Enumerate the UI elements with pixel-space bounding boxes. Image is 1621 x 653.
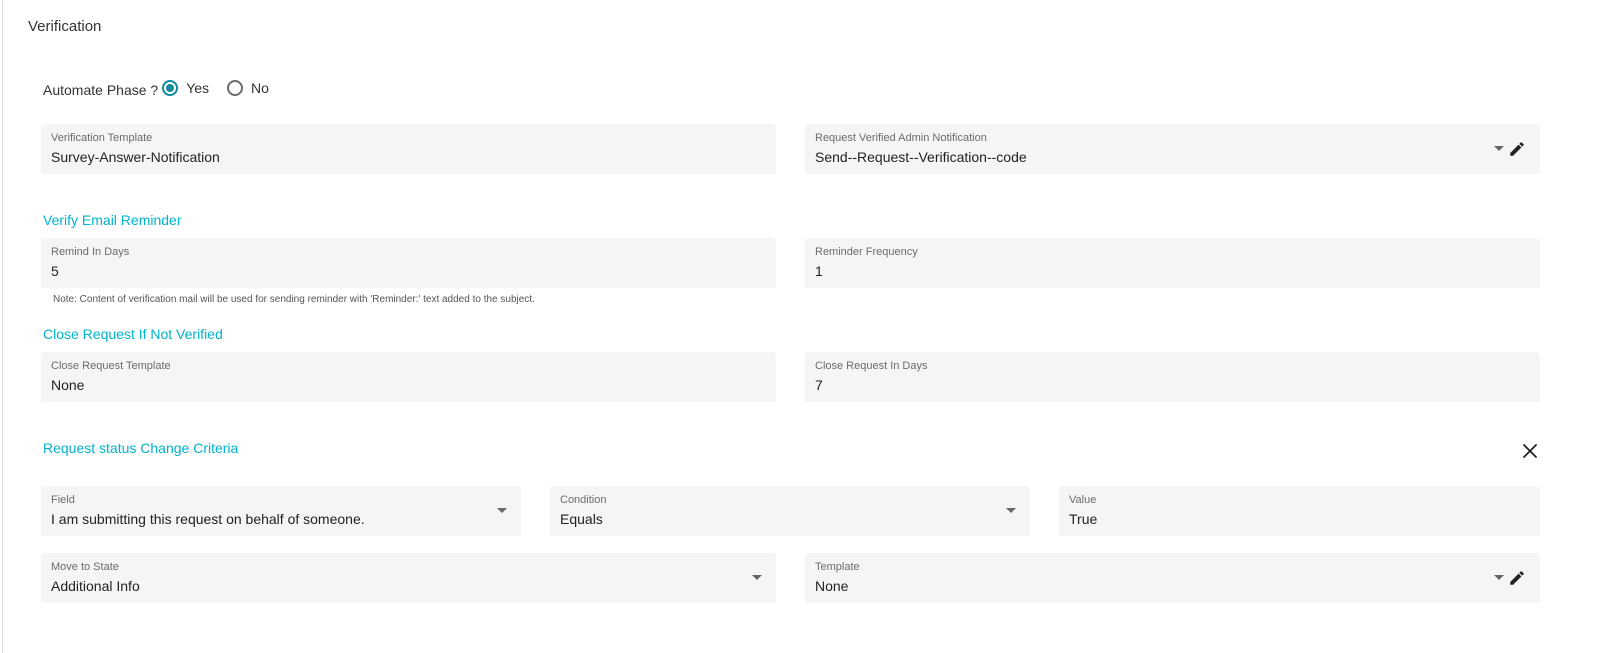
admin-notification-select[interactable]: Request Verified Admin Notification Send… (805, 124, 1540, 174)
close-request-template-field[interactable]: Close Request Template None (41, 352, 776, 402)
field-label: Close Request Template (51, 360, 171, 372)
automate-yes-radio[interactable]: Yes (162, 80, 209, 96)
criteria-field-select[interactable]: Field I am submitting this request on be… (41, 486, 521, 536)
field-value: Survey-Answer-Notification (51, 149, 220, 165)
move-to-state-select[interactable]: Move to State Additional Info (41, 553, 776, 603)
verification-panel: Verification Automate Phase ? Yes No Ver… (2, 0, 1621, 653)
automate-phase-group: Automate Phase ? Yes No (43, 78, 287, 98)
section-title: Verification (28, 18, 102, 35)
email-reminder-title: Verify Email Reminder (43, 212, 182, 228)
automate-no-label: No (251, 80, 269, 96)
close-request-title: Close Request If Not Verified (43, 326, 223, 342)
field-value: None (51, 377, 85, 393)
field-label: Request Verified Admin Notification (815, 132, 987, 144)
field-label: Condition (560, 494, 607, 506)
field-value: 5 (51, 263, 59, 279)
radio-unchecked-icon (227, 80, 244, 96)
remind-in-days-field[interactable]: Remind In Days 5 (41, 238, 776, 288)
reminder-frequency-field[interactable]: Reminder Frequency 1 (805, 238, 1540, 288)
field-value: 1 (815, 263, 823, 279)
criteria-value-field[interactable]: Value True (1059, 486, 1540, 536)
radio-checked-icon (162, 80, 179, 96)
verification-template-field[interactable]: Verification Template Survey-Answer-Noti… (41, 124, 776, 174)
field-label: Verification Template (51, 132, 153, 144)
close-request-days-field[interactable]: Close Request In Days 7 (805, 352, 1540, 402)
dropdown-arrow-icon[interactable] (1494, 575, 1504, 580)
field-value: Send--Request--Verification--code (815, 149, 1027, 165)
dropdown-arrow-icon[interactable] (497, 508, 507, 513)
automate-phase-label: Automate Phase ? (43, 82, 159, 98)
criteria-template-select[interactable]: Template None (805, 553, 1540, 603)
field-label: Remind In Days (51, 246, 130, 258)
field-value: 7 (815, 377, 823, 393)
field-value: Additional Info (51, 578, 140, 594)
pencil-icon[interactable] (1508, 140, 1526, 158)
field-label: Reminder Frequency (815, 246, 918, 258)
reminder-note: Note: Content of verification mail will … (53, 294, 535, 305)
status-criteria-title: Request status Change Criteria (43, 440, 239, 456)
close-icon[interactable] (1522, 443, 1538, 459)
field-value: None (815, 578, 849, 594)
field-label: Move to State (51, 561, 119, 573)
dropdown-arrow-icon[interactable] (752, 575, 762, 580)
automate-no-radio[interactable]: No (227, 80, 269, 96)
criteria-condition-select[interactable]: Condition Equals (550, 486, 1030, 536)
dropdown-arrow-icon[interactable] (1494, 146, 1504, 151)
field-value: I am submitting this request on behalf o… (51, 511, 365, 527)
dropdown-arrow-icon[interactable] (1006, 508, 1016, 513)
field-label: Template (815, 561, 860, 573)
field-value: True (1069, 511, 1098, 527)
field-value: Equals (560, 511, 603, 527)
field-label: Field (51, 494, 75, 506)
field-label: Close Request In Days (815, 360, 928, 372)
pencil-icon[interactable] (1508, 569, 1526, 587)
field-label: Value (1069, 494, 1097, 506)
automate-yes-label: Yes (186, 80, 210, 96)
